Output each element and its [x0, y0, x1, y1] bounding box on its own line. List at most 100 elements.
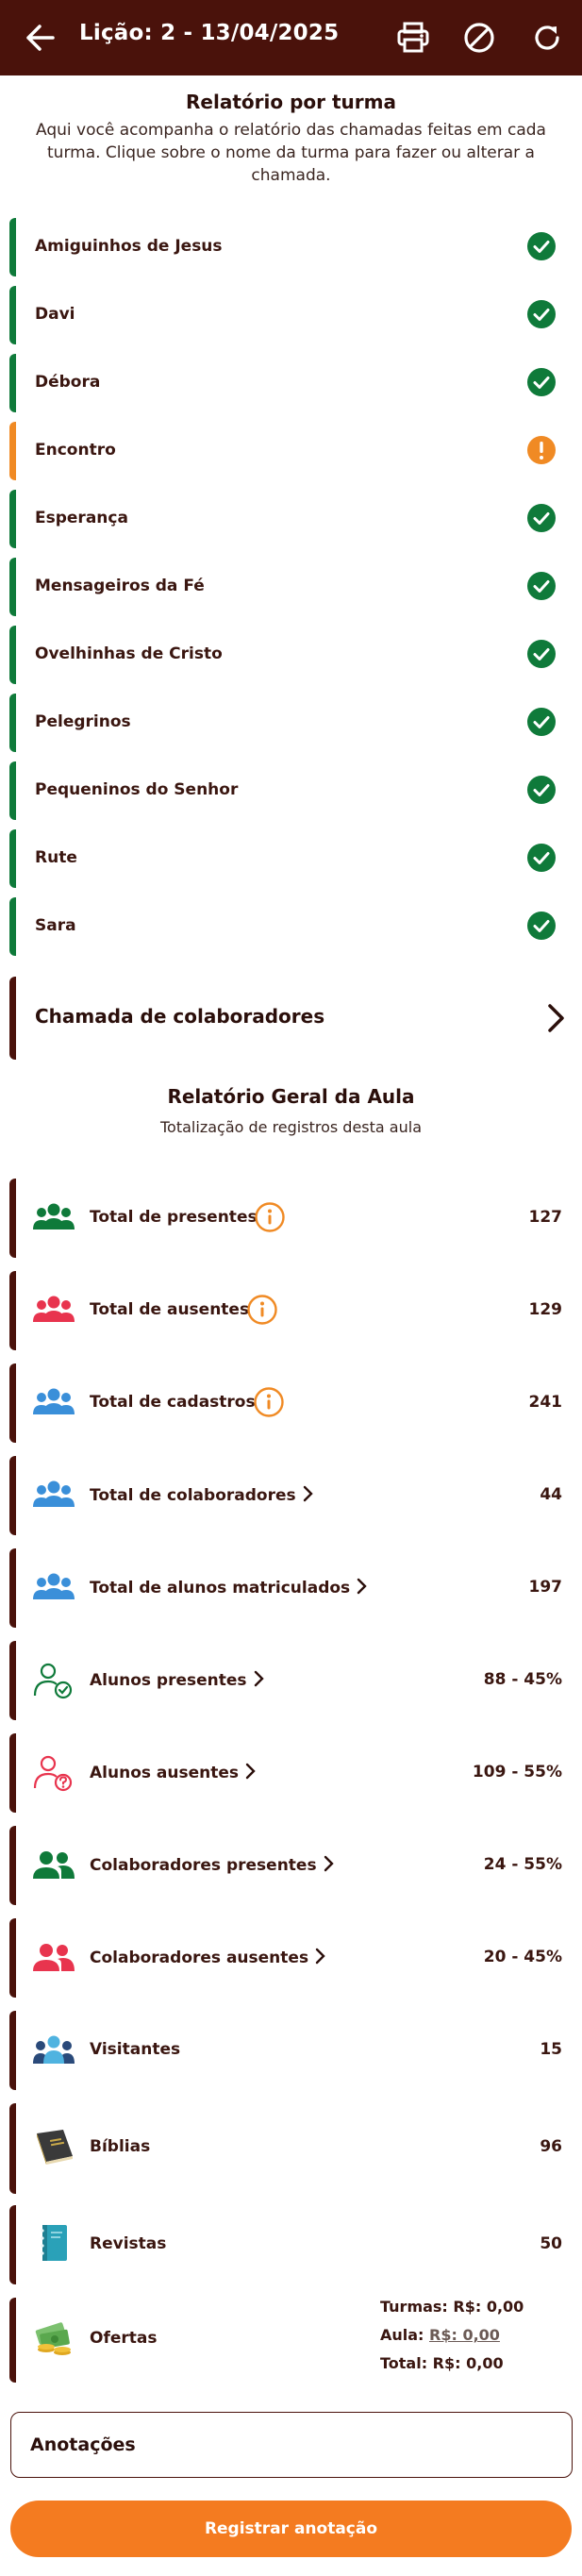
- arrow-left-icon[interactable]: [21, 21, 58, 55]
- chevron-right-icon: [357, 1578, 367, 1595]
- stat-value: 15: [540, 2040, 562, 2059]
- stat-label: Bíblias: [90, 2137, 151, 2156]
- block-icon[interactable]: [460, 19, 498, 57]
- page-title: Lição: 2 - 13/04/2025: [79, 21, 340, 45]
- class-row[interactable]: Mensageiros da Fé: [9, 558, 572, 616]
- class-row[interactable]: Sara: [9, 897, 572, 956]
- stat-row[interactable]: Alunos ausentes 109 - 55%: [9, 1733, 572, 1813]
- stat-row: Ofertas Turmas: R$: 0,00 Aula: R$: 0,00 …: [9, 2298, 572, 2383]
- class-name: Débora: [35, 373, 101, 392]
- stat-value: 109 - 55%: [472, 1763, 562, 1781]
- check-circle-icon: [527, 640, 556, 668]
- check-circle-icon: [527, 708, 556, 736]
- stat-value: 127: [528, 1208, 563, 1227]
- class-row[interactable]: Amiguinhos de Jesus: [9, 218, 572, 276]
- stat-label: Visitantes: [90, 2040, 181, 2059]
- class-name: Davi: [35, 305, 75, 324]
- stat-row[interactable]: Colaboradores presentes 24 - 55%: [9, 1826, 572, 1905]
- register-note-button[interactable]: Registrar anotação: [10, 2501, 572, 2557]
- app-header: Lição: 2 - 13/04/2025: [0, 0, 582, 75]
- ofertas-aula-link[interactable]: R$: 0,00: [429, 2326, 500, 2344]
- ofertas-total: Total: R$: 0,00: [380, 2354, 504, 2372]
- alert-circle-icon: [527, 436, 556, 464]
- ofertas-values: Turmas: R$: 0,00 Aula: R$: 0,00 Total: R…: [380, 2298, 524, 2383]
- stat-row: Total de presentes 127: [9, 1179, 572, 1258]
- check-circle-icon: [527, 912, 556, 940]
- group-blue-icon: [33, 1480, 75, 1507]
- class-row[interactable]: Esperança: [9, 490, 572, 548]
- class-name: Esperança: [35, 509, 128, 527]
- class-row[interactable]: Davi: [9, 286, 572, 344]
- stat-row: Bíblias 96: [9, 2103, 572, 2194]
- class-name: Mensageiros da Fé: [35, 577, 205, 595]
- class-name: Ovelhinhas de Cristo: [35, 644, 223, 663]
- info-icon[interactable]: [254, 1201, 286, 1233]
- visitors-icon: [33, 2035, 75, 2064]
- chevron-right-icon: [315, 1948, 325, 1965]
- stat-label: Total de presentes: [90, 1208, 258, 1227]
- notes-field[interactable]: Anotações: [10, 2412, 573, 2478]
- check-circle-icon: [527, 572, 556, 600]
- class-report-subtitle: Aqui você acompanha o relatório das cham…: [36, 121, 546, 185]
- check-circle-icon: [527, 844, 556, 872]
- collaborators-call-button[interactable]: Chamada de colaboradores: [9, 977, 572, 1060]
- general-report-subtitle: Totalização de registros desta aula: [160, 1118, 422, 1136]
- printer-icon[interactable]: [394, 19, 432, 57]
- bible-icon: [37, 2130, 73, 2165]
- class-row[interactable]: Ovelhinhas de Cristo: [9, 626, 572, 684]
- class-row[interactable]: Rute: [9, 829, 572, 888]
- stat-label: Total de cadastros: [90, 1393, 256, 1412]
- class-row[interactable]: Pelegrinos: [9, 694, 572, 752]
- class-row[interactable]: Pequeninos do Senhor: [9, 761, 572, 820]
- stat-row: Revistas 50: [9, 2205, 572, 2284]
- person-question-icon: [33, 1755, 73, 1792]
- stat-row: Total de cadastros 241: [9, 1363, 572, 1443]
- class-row[interactable]: Encontro: [9, 422, 572, 480]
- stat-label: Total de ausentes: [90, 1300, 250, 1319]
- stat-value: 24 - 55%: [483, 1855, 562, 1874]
- pair-red-icon: [33, 1944, 75, 1971]
- class-name: Pelegrinos: [35, 712, 131, 731]
- stat-value: 88 - 45%: [483, 1670, 562, 1689]
- stat-value: 50: [540, 2234, 562, 2253]
- class-name: Encontro: [35, 441, 116, 460]
- chevron-right-icon: [254, 1670, 264, 1687]
- class-name: Sara: [35, 916, 76, 935]
- class-report-title: Relatório por turma: [186, 91, 396, 113]
- ofertas-turmas: Turmas: R$: 0,00: [380, 2298, 524, 2316]
- stat-value: 197: [528, 1578, 563, 1597]
- check-circle-icon: [527, 504, 556, 532]
- stat-label: Ofertas: [90, 2329, 158, 2348]
- stat-value: 96: [540, 2137, 562, 2156]
- stat-label: Total de alunos matriculados: [90, 1578, 367, 1597]
- stat-row[interactable]: Alunos presentes 88 - 45%: [9, 1641, 572, 1720]
- stat-row: Visitantes 15: [9, 2011, 572, 2090]
- chevron-right-icon: [303, 1485, 313, 1502]
- stat-label: Revistas: [90, 2234, 167, 2253]
- stat-row[interactable]: Total de colaboradores 44: [9, 1456, 572, 1535]
- notes-label: Anotações: [30, 2434, 136, 2455]
- stat-value: 241: [528, 1393, 563, 1412]
- group-red-icon: [33, 1296, 75, 1322]
- check-circle-icon: [527, 776, 556, 804]
- class-row[interactable]: Débora: [9, 354, 572, 412]
- group-green-icon: [33, 1203, 75, 1229]
- person-check-icon: [33, 1663, 73, 1699]
- info-icon[interactable]: [253, 1386, 285, 1418]
- stat-label: Alunos presentes: [90, 1670, 264, 1690]
- stat-label: Total de colaboradores: [90, 1485, 313, 1505]
- check-circle-icon: [527, 232, 556, 260]
- stat-value: 20 - 45%: [483, 1948, 562, 1966]
- check-circle-icon: [527, 368, 556, 396]
- info-icon[interactable]: [246, 1294, 278, 1326]
- stat-row[interactable]: Total de alunos matriculados 197: [9, 1548, 572, 1628]
- group-blue-icon: [33, 1388, 75, 1414]
- chevron-right-icon: [324, 1855, 334, 1872]
- chevron-right-icon: [245, 1763, 256, 1780]
- general-report-title: Relatório Geral da Aula: [167, 1085, 415, 1108]
- stat-row[interactable]: Colaboradores ausentes 20 - 45%: [9, 1918, 572, 1998]
- class-name: Amiguinhos de Jesus: [35, 237, 223, 256]
- refresh-icon[interactable]: [528, 19, 566, 57]
- stat-label: Colaboradores ausentes: [90, 1948, 325, 1967]
- check-circle-icon: [527, 300, 556, 328]
